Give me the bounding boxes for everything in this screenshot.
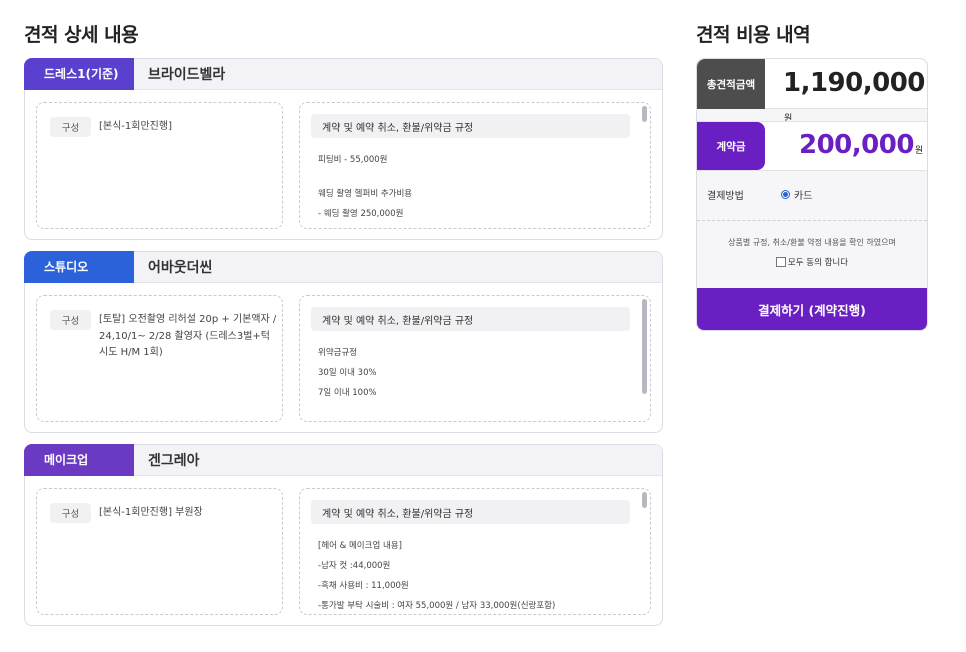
radio-selected-icon[interactable] [781, 190, 790, 199]
composition-box: 구성 [본식-1회만진행] [36, 102, 283, 229]
scrollbar[interactable] [642, 492, 647, 611]
policy-box[interactable]: 계약 및 예약 취소, 환불/위약금 규정 위약금규정 30일 이내 30% 7… [299, 295, 651, 422]
category-badge: 드레스1(기준) [24, 57, 134, 90]
payment-option-card[interactable]: 카드 [781, 187, 812, 202]
card-header: 메이크업 겐그레아 [24, 443, 662, 476]
makeup-card: 메이크업 겐그레아 구성 [본식-1회만진행] 부원장 계약 및 예약 취소, … [24, 443, 663, 626]
policy-line: -흑채 사용비 : 11,000원 [318, 581, 409, 591]
card-header: 스튜디오 어바웃더씬 [24, 250, 662, 283]
scrollbar-thumb[interactable] [642, 492, 647, 508]
policy-lines: [헤어 & 메이크업 내용] -남자 컷 :44,000원 -흑채 사용비 : … [318, 536, 618, 614]
vendor-name[interactable]: 어바웃더씬 [148, 257, 212, 277]
card-header: 드레스1(기준) 브라이드벨라 [24, 57, 662, 90]
dress-card: 드레스1(기준) 브라이드벨라 구성 [본식-1회만진행] 계약 및 예약 취소… [24, 57, 663, 240]
total-amount: 1,190,000원 [783, 68, 927, 128]
total-label: 총견적금액 [697, 59, 765, 109]
payment-option-label: 카드 [794, 191, 813, 202]
deposit-amount: 200,000원 [799, 130, 923, 160]
cost-summary-panel: 총견적금액 1,190,000원 계약금 200,000원 결제방법 카드 상품… [696, 58, 928, 331]
estimate-detail-title: 견적 상세 내용 [24, 24, 139, 46]
policy-title: 계약 및 예약 취소, 환불/위약금 규정 [311, 500, 630, 524]
composition-box: 구성 [토탈] 오전촬영 리허설 20p + 기본액자 / 24,10/1~ 2… [36, 295, 283, 422]
policy-line: 위약금규정 [318, 348, 358, 358]
pay-button[interactable]: 결제하기 (계약진행) [697, 288, 927, 330]
vendor-name[interactable]: 브라이드벨라 [148, 64, 225, 84]
deposit-row: 계약금 200,000원 [697, 121, 927, 171]
policy-line: 30일 이내 30% [318, 368, 377, 378]
deposit-label: 계약금 [697, 122, 765, 170]
deposit-amount-value: 200,000 [799, 130, 914, 160]
composition-text: [토탈] 오전촬영 리허설 20p + 기본액자 / 24,10/1~ 2/28… [99, 314, 277, 358]
agree-all-checkbox[interactable]: 모두 동의 합니다 [697, 256, 927, 268]
scrollbar[interactable] [642, 106, 647, 225]
policy-line: [헤어 & 메이크업 내용] [318, 541, 402, 551]
scrollbar[interactable] [642, 299, 647, 418]
scrollbar-thumb[interactable] [642, 106, 647, 122]
agreement-text: 상품별 규정, 취소/환불 약정 내용을 확인 하였으며 [728, 238, 896, 247]
agree-all-label: 모두 동의 합니다 [787, 258, 849, 268]
composition-tag: 구성 [50, 117, 91, 137]
total-amount-row: 총견적금액 1,190,000원 [697, 59, 927, 124]
total-amount-value: 1,190,000 [783, 68, 925, 98]
composition-text: [본식-1회만진행] [99, 121, 172, 132]
scrollbar-thumb[interactable] [642, 299, 647, 394]
policy-title: 계약 및 예약 취소, 환불/위약금 규정 [311, 114, 630, 138]
policy-lines: 위약금규정 30일 이내 30% 7일 이내 100% [318, 343, 618, 403]
policy-lines: 피팅비 - 55,000원 웨딩 촬영 헬퍼비 추가비용 - 웨딩 촬영 250… [318, 150, 618, 224]
divider [697, 220, 927, 221]
policy-line: -통가발 부탁 시술비 : 여자 55,000원 / 남자 33,000원(신랑… [318, 601, 556, 611]
policy-box[interactable]: 계약 및 예약 취소, 환불/위약금 규정 피팅비 - 55,000원 웨딩 촬… [299, 102, 651, 229]
category-badge: 메이크업 [24, 443, 134, 476]
payment-method-label: 결제방법 [707, 191, 744, 202]
studio-card: 스튜디오 어바웃더씬 구성 [토탈] 오전촬영 리허설 20p + 기본액자 /… [24, 250, 663, 433]
currency-unit: 원 [914, 146, 923, 156]
policy-line: 피팅비 - 55,000원 [318, 155, 388, 165]
estimate-cost-title: 견적 비용 내역 [696, 24, 811, 46]
composition-tag: 구성 [50, 503, 91, 523]
policy-line: 7일 이내 100% [318, 388, 377, 398]
composition-text: [본식-1회만진행] 부원장 [99, 507, 203, 518]
policy-title: 계약 및 예약 취소, 환불/위약금 규정 [311, 307, 630, 331]
vendor-name[interactable]: 겐그레아 [148, 450, 200, 470]
policy-line: -남자 컷 :44,000원 [318, 561, 391, 571]
policy-line: - 웨딩 촬영 250,000원 [318, 209, 404, 219]
policy-line: 웨딩 촬영 헬퍼비 추가비용 [318, 189, 413, 199]
composition-tag: 구성 [50, 310, 91, 330]
composition-box: 구성 [본식-1회만진행] 부원장 [36, 488, 283, 615]
policy-line [318, 170, 618, 184]
policy-box[interactable]: 계약 및 예약 취소, 환불/위약금 규정 [헤어 & 메이크업 내용] -남자… [299, 488, 651, 615]
checkbox-icon[interactable] [775, 257, 786, 267]
category-badge: 스튜디오 [24, 250, 134, 283]
